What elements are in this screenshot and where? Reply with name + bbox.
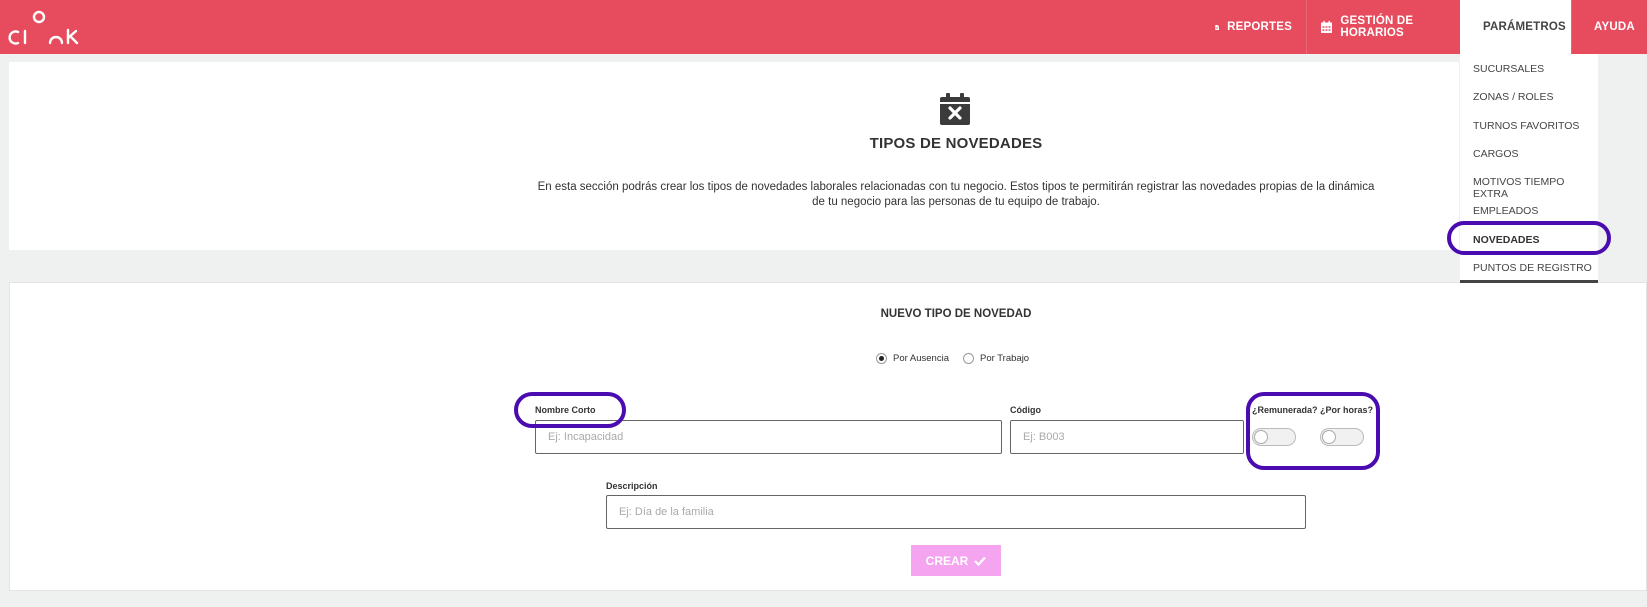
nav-label: PARÁMETROS — [1483, 21, 1566, 33]
crear-button[interactable]: CREAR — [911, 545, 1001, 576]
radio-indicator[interactable] — [876, 353, 887, 364]
dropdown-item-sucursales[interactable]: SUCURSALES — [1473, 63, 1544, 75]
highlight-nombre-corto — [514, 392, 626, 428]
clock-logo[interactable] — [8, 10, 83, 46]
form-title: NUEVO TIPO DE NOVEDAD — [880, 308, 1032, 320]
codigo-label: Código — [1010, 405, 1041, 415]
dropdown-item-cargos[interactable]: CARGOS — [1473, 148, 1519, 160]
highlight-novedades — [1447, 221, 1611, 255]
nav-parametros[interactable]: PARÁMETROS — [1460, 0, 1571, 54]
page-title: TIPOS DE NOVEDADES — [869, 135, 1043, 152]
descripcion-label: Descripción — [606, 481, 658, 491]
nav-gestion-horarios[interactable]: GESTIÓN DE HORARIOS — [1306, 0, 1460, 54]
page-description: En esta sección podrás crear los tipos d… — [537, 181, 1375, 208]
calendar-icon — [1321, 20, 1333, 34]
nav-ayuda[interactable]: ? AYUDA — [1571, 0, 1647, 54]
codigo-input[interactable] — [1010, 420, 1244, 454]
dropdown-item-zonas-roles[interactable]: ZONAS / ROLES — [1473, 91, 1554, 103]
dropdown-item-turnos-favoritos[interactable]: TURNOS FAVORITOS — [1473, 120, 1579, 132]
radio-label: Por Trabajo — [979, 353, 1030, 364]
descripcion-input[interactable] — [606, 495, 1306, 529]
radio-por-ausencia[interactable]: Por Ausencia — [876, 353, 949, 364]
calendar-remove-icon — [940, 93, 970, 125]
nav-reportes[interactable]: REPORTES — [1215, 0, 1306, 54]
dropdown-item-motivos-tiempo-extra[interactable]: MOTIVOS TIEMPO EXTRA — [1473, 176, 1598, 200]
dropdown-item-empleados[interactable]: EMPLEADOS — [1473, 205, 1538, 217]
section-header-card — [9, 62, 1459, 250]
highlight-toggles — [1246, 392, 1380, 470]
nav-label: GESTIÓN DE HORARIOS — [1340, 15, 1414, 39]
nav-label: REPORTES — [1227, 21, 1292, 33]
crear-label: CREAR — [925, 553, 969, 568]
radio-por-trabajo[interactable]: Por Trabajo — [962, 353, 1030, 364]
main-nav: REPORTES GESTIÓN DE HORARIOS PARÁMETROS … — [1215, 0, 1647, 54]
top-navbar: REPORTES GESTIÓN DE HORARIOS PARÁMETROS … — [0, 0, 1647, 54]
radio-indicator[interactable] — [962, 353, 974, 364]
radio-label: Por Ausencia — [893, 353, 949, 364]
type-radio-group: Por Ausencia Por Trabajo — [876, 353, 1043, 364]
dropdown-item-puntos-de-registro[interactable]: PUNTOS DE REGISTRO — [1473, 262, 1592, 274]
document-icon — [1215, 24, 1220, 30]
check-icon — [974, 556, 987, 566]
nav-label: AYUDA — [1594, 21, 1635, 33]
